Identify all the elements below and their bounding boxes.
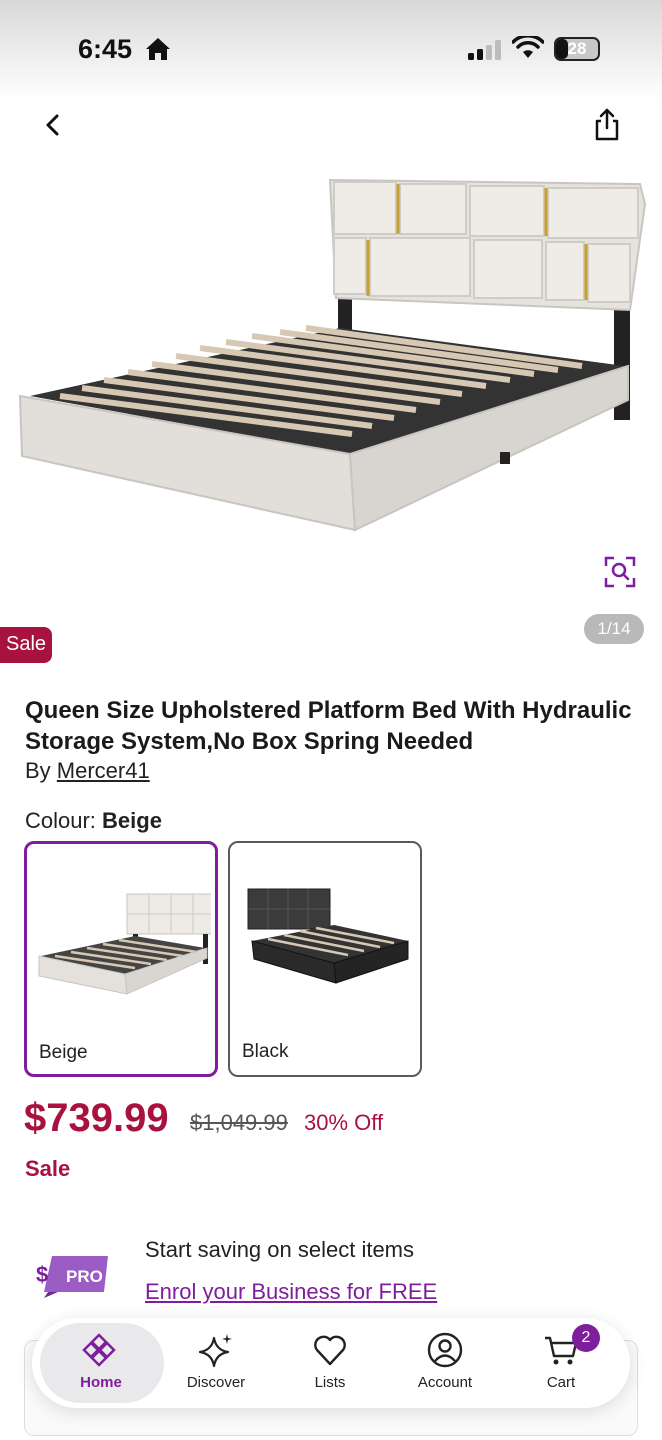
brand-prefix: By (25, 758, 57, 783)
swatch-black-label: Black (242, 1041, 289, 1062)
battery-level: 28 (567, 39, 587, 58)
sale-label: Sale (25, 1156, 71, 1181)
pro-headline: Start saving on select items (145, 1237, 415, 1262)
swatch-black[interactable]: Black (228, 841, 422, 1077)
sale-price: $739.99 (24, 1096, 169, 1140)
tab-lists[interactable]: Lists (271, 1318, 389, 1408)
pro-enrol-link[interactable]: Enrol your Business for FREE (145, 1279, 437, 1305)
colour-value: Beige (102, 808, 162, 833)
brand-line: By Mercer41 (25, 758, 150, 784)
product-image[interactable] (0, 160, 662, 550)
tab-discover-label: Discover (186, 1374, 246, 1391)
wifi-icon (512, 36, 544, 58)
home-icon (82, 1333, 116, 1367)
brand-link[interactable]: Mercer41 (57, 758, 150, 783)
account-icon (427, 1332, 463, 1368)
image-counter: 1/14 (584, 614, 644, 644)
home-status-icon (146, 38, 170, 60)
swatch-beige-image (38, 893, 211, 995)
original-price: $1,049.99 (190, 1110, 288, 1135)
tab-home-label: Home (80, 1374, 122, 1391)
tab-account[interactable]: Account (386, 1318, 504, 1408)
back-chevron-icon[interactable] (36, 108, 70, 142)
battery-indicator: 28 (554, 37, 600, 61)
swatch-beige-label: Beige (39, 1042, 88, 1063)
tab-home[interactable]: Home (38, 1318, 164, 1408)
swatch-black-image (247, 888, 409, 984)
zoom-icon[interactable] (602, 554, 638, 590)
tab-discover[interactable]: Discover (157, 1318, 275, 1408)
status-time: 6:45 (78, 34, 133, 64)
heart-icon (314, 1335, 346, 1366)
cart-count-badge: 2 (572, 1324, 600, 1352)
svg-text:$: $ (36, 1262, 48, 1287)
swatch-beige[interactable]: Beige (24, 841, 218, 1077)
tab-account-label: Account (417, 1374, 473, 1391)
pro-logo-text: PRO (66, 1267, 103, 1286)
pro-logo-icon[interactable]: $ PRO (34, 1252, 110, 1298)
discount-label: 30% Off (304, 1110, 384, 1135)
sale-badge: Sale (0, 627, 52, 663)
cellular-signal-icon (468, 40, 501, 60)
sparkle-icon (198, 1334, 232, 1368)
tab-cart[interactable]: 2 Cart (502, 1318, 620, 1408)
product-title: Queen Size Upholstered Platform Bed With… (25, 697, 632, 755)
tab-bar: Home Discover Lists Account 2 Cart (32, 1318, 630, 1408)
tab-cart-label: Cart (546, 1374, 576, 1391)
colour-label: Colour: (25, 808, 103, 833)
share-icon[interactable] (590, 106, 624, 144)
status-bar: 6:45 28 (0, 0, 662, 100)
tab-lists-label: Lists (314, 1374, 346, 1391)
colour-line: Colour: Beige (25, 808, 162, 834)
